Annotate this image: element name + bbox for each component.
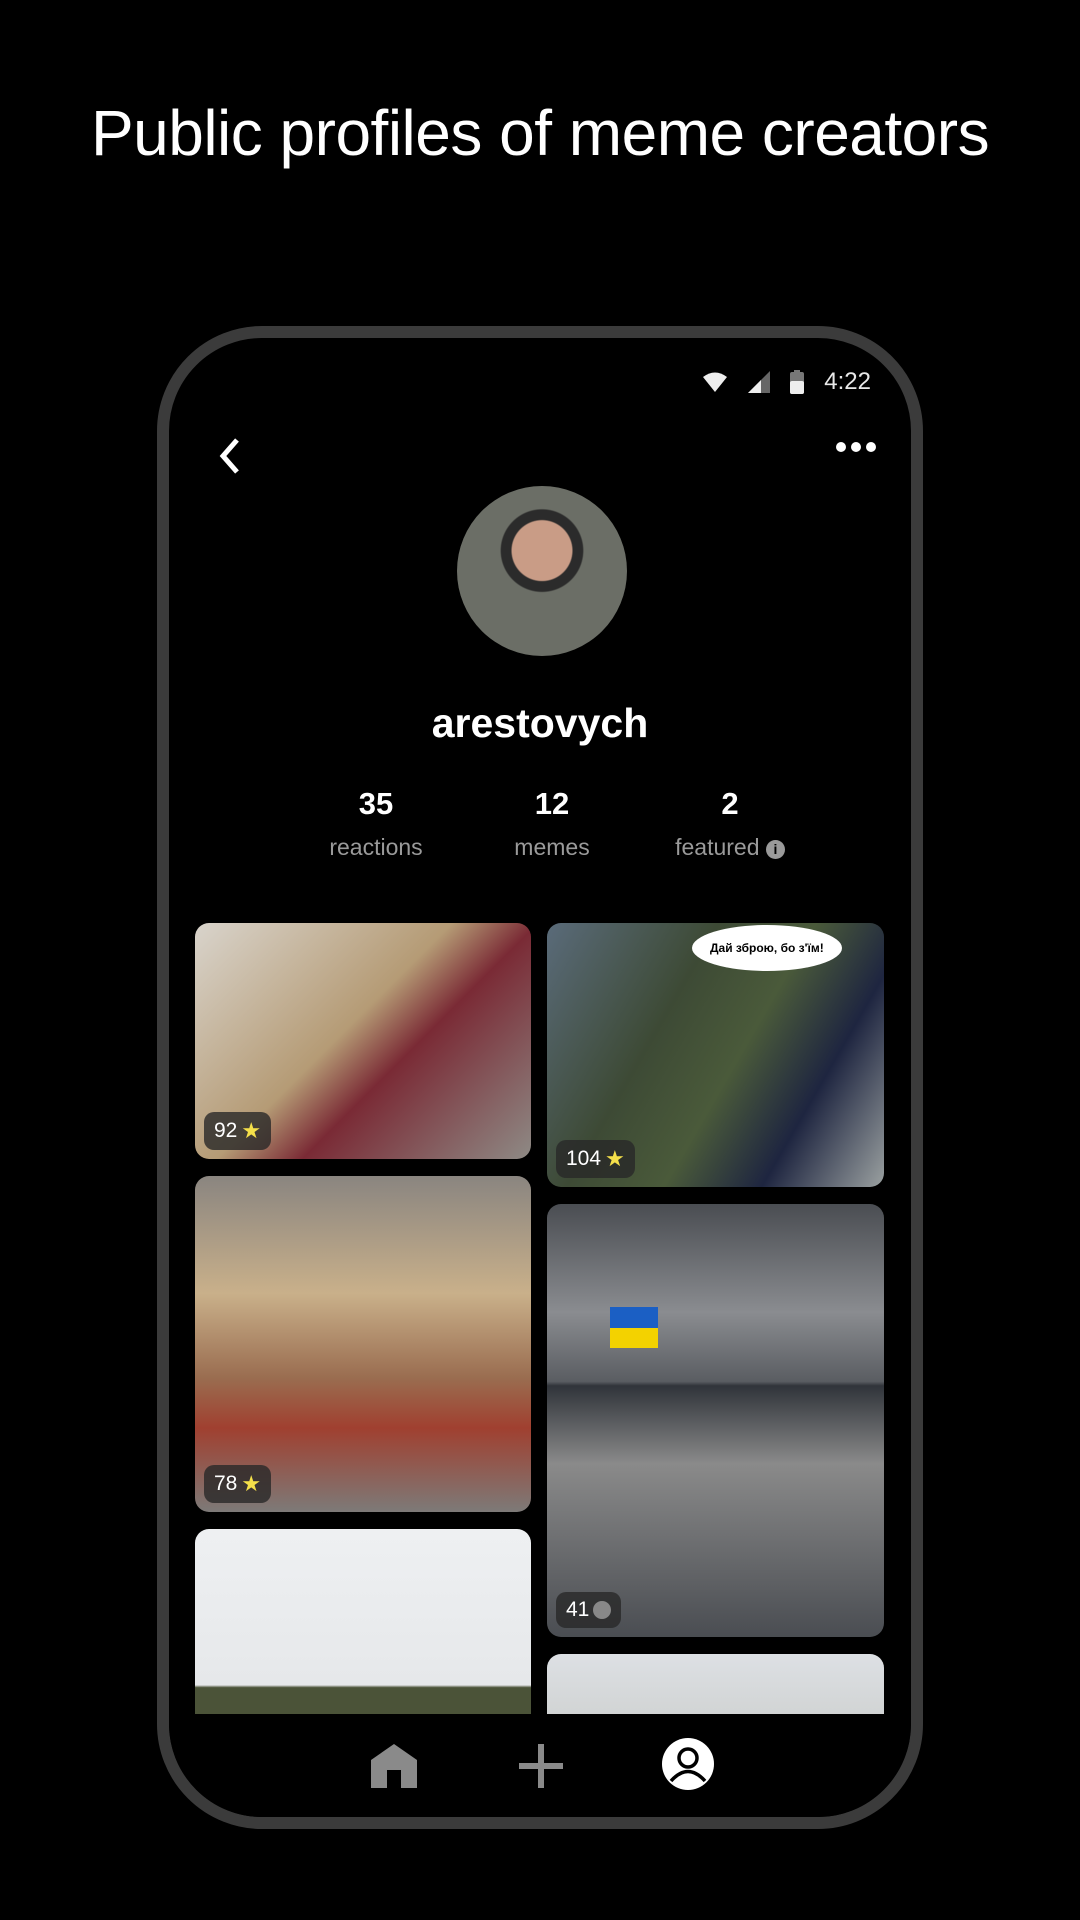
reaction-badge: 104 ★ [556,1140,635,1178]
signal-icon [748,371,771,393]
avatar [457,486,627,656]
status-bar: 4:22 [702,368,871,396]
meme-card[interactable]: Дай зброю, бо з'їм! 104 ★ [547,923,884,1187]
stat-label: reactions [329,834,423,860]
meme-card[interactable]: 41 [547,1204,884,1637]
meme-card[interactable] [195,1529,531,1726]
back-chevron-icon[interactable] [209,434,253,478]
stat-label: memes [514,834,590,860]
star-icon: ★ [241,1118,262,1143]
meme-card[interactable]: 78 ★ [195,1176,531,1512]
home-icon[interactable] [369,1742,419,1793]
stat-value: 12 [534,786,570,821]
meme-grid: 92 ★ Дай зброю, бо з'їм! 104 ★ 78 ★ 41 [169,923,911,1726]
status-time: 4:22 [824,368,871,395]
stat-featured: 2 featured i [630,786,830,861]
username: arestovych [431,700,649,746]
info-icon[interactable]: i [765,840,785,859]
reaction-badge: 92 ★ [204,1112,272,1150]
reaction-badge: 41 [556,1592,622,1628]
battery-icon [790,370,805,394]
reaction-badge: 78 ★ [204,1465,272,1503]
neutral-face-icon [593,1601,612,1619]
star-icon: ★ [241,1471,262,1496]
stat-value: 2 [721,786,739,821]
phone-frame: 4:22 arestovych 35 reactions 12 memes 2 … [157,326,923,1829]
headline: Public profiles of meme creators [90,97,990,169]
bottom-nav [169,1714,911,1817]
stat-value: 35 [358,786,394,821]
profile-icon[interactable] [662,1738,714,1795]
speech-bubble: Дай зброю, бо з'їм! [692,925,842,971]
star-icon: ★ [605,1146,625,1171]
ukraine-flag [610,1307,658,1328]
meme-card[interactable]: 92 ★ [195,923,531,1159]
more-options-icon[interactable] [836,442,876,452]
top-bar [169,426,911,486]
wifi-icon [703,372,728,392]
stat-memes: 12 memes [452,786,652,861]
add-icon[interactable] [517,1742,565,1795]
stat-reactions: 35 reactions [276,786,476,861]
stat-label: featured [675,834,760,860]
